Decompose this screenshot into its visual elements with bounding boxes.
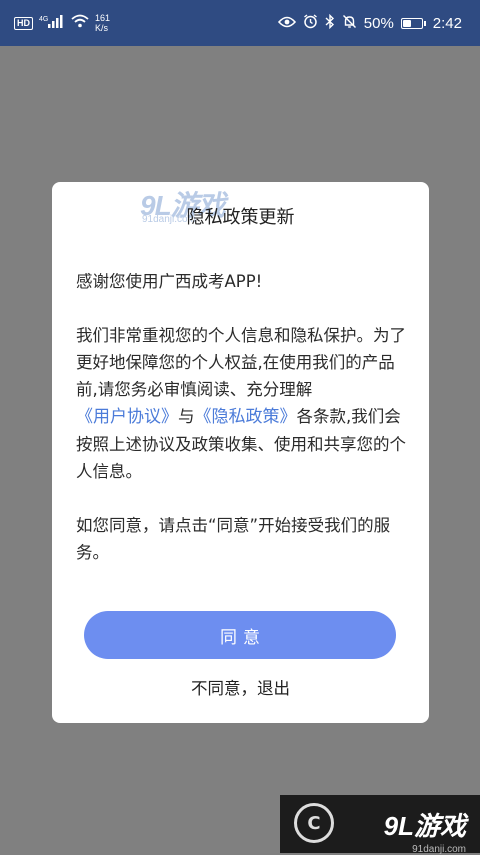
corner-watermark: C 9L游戏 91danji.com bbox=[280, 795, 480, 855]
greeting-text: 感谢您使用广西成考APP! bbox=[76, 272, 263, 291]
privacy-paragraph-text-1: 我们非常重视您的个人信息和隐私保护。为了更好地保障您的个人权益,在使用我们的产品… bbox=[76, 326, 406, 399]
network-speed-value: 161 bbox=[95, 13, 111, 23]
user-agreement-link[interactable]: 《用户协议》 bbox=[76, 407, 178, 427]
privacy-policy-link[interactable]: 《隐私政策》 bbox=[195, 407, 297, 427]
disagree-exit-button[interactable]: 不同意，退出 bbox=[52, 675, 429, 699]
privacy-paragraph-and: 与 bbox=[178, 407, 195, 426]
status-bar: HD 4G 161 K/s 50% 2:42 bbox=[0, 0, 480, 46]
privacy-policy-dialog: 9L游戏 91danji.com 隐私政策更新 感谢您使用广西成考APP! 我们… bbox=[52, 182, 429, 723]
cellular-signal-icon: 4G bbox=[39, 14, 65, 32]
network-speed-unit: K/s bbox=[95, 23, 109, 33]
dialog-title: 隐私政策更新 bbox=[186, 207, 295, 228]
battery-icon bbox=[400, 17, 426, 29]
corner-watermark-logo: 9L游戏 91danji.com bbox=[383, 806, 466, 855]
clock-time: 2:42 bbox=[432, 14, 462, 32]
battery-percent: 50% bbox=[363, 14, 394, 32]
status-bar-right: 50% 2:42 bbox=[271, 13, 462, 33]
watermark-circle-logo: C bbox=[294, 803, 334, 843]
consent-paragraph: 如您同意，请点击“同意”开始接受我们的服务。 bbox=[76, 516, 391, 562]
hd-badge: HD bbox=[14, 16, 33, 30]
corner-watermark-logo-text: 9L游戏 bbox=[383, 810, 466, 841]
alarm-icon bbox=[303, 13, 318, 33]
wifi-icon bbox=[71, 14, 89, 32]
agree-button[interactable]: 同意 bbox=[84, 611, 396, 659]
network-type-label: 4G bbox=[39, 16, 48, 23]
status-bar-left: HD 4G 161 K/s bbox=[14, 13, 116, 33]
dialog-body: 感谢您使用广西成考APP! 我们非常重视您的个人信息和隐私保护。为了更好地保障您… bbox=[76, 268, 411, 566]
privacy-paragraph: 我们非常重视您的个人信息和隐私保护。为了更好地保障您的个人权益,在使用我们的产品… bbox=[76, 322, 411, 485]
bluetooth-icon bbox=[325, 13, 335, 33]
network-speed: 161 K/s bbox=[95, 13, 110, 33]
mute-bell-icon bbox=[342, 14, 357, 33]
eye-icon bbox=[277, 15, 296, 32]
